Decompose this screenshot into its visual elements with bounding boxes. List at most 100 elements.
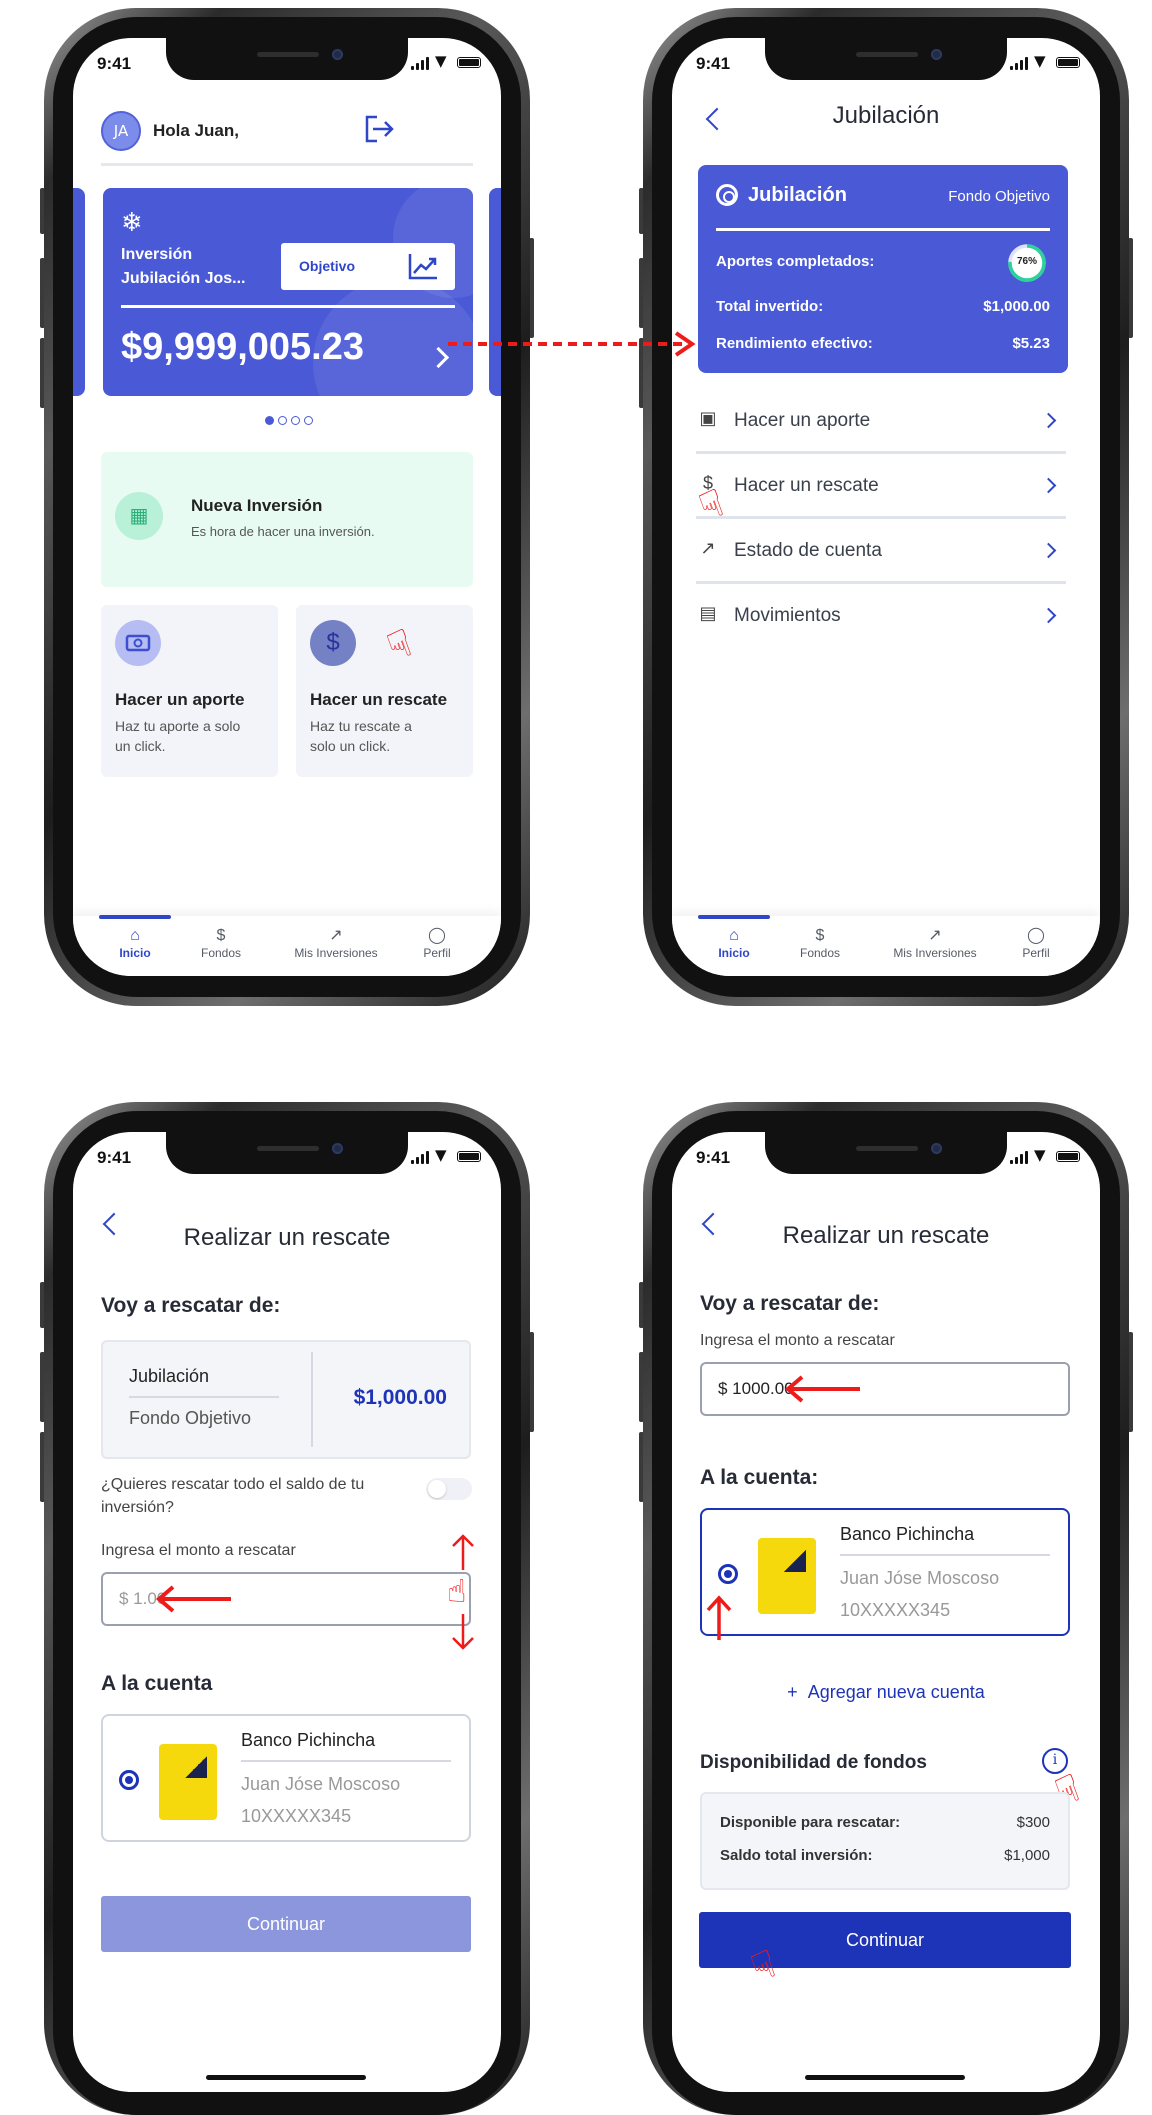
tab-fondos[interactable]: $ Fondos (772, 926, 868, 960)
wifi-icon: ▼ (1034, 52, 1046, 70)
chart-icon: ↗ (329, 927, 343, 944)
battery-icon (457, 57, 481, 68)
chevron-right-icon (1040, 412, 1057, 429)
wifi-icon: ▼ (1034, 1146, 1046, 1164)
chart-icon: ↗ (928, 927, 942, 944)
rescue-filled-screen: 9:41 ▼ Realizar un rescate Voy a rescata… (672, 1132, 1100, 2092)
menu-hacer-rescate[interactable]: $ Hacer un rescate ☟ (693, 453, 1066, 530)
phone-mockup-home: 9:41 ▼ JA Hola Juan, ❄ Inversión Jubilac… (40, 8, 534, 1006)
bank-name: Banco Pichincha (840, 1524, 975, 1544)
continue-button[interactable]: Continuar (101, 1896, 471, 1952)
account-radio[interactable] (119, 1770, 139, 1790)
status-time: 9:41 (696, 54, 731, 73)
status-icons: ▼ (1010, 52, 1080, 70)
rescue-all-question-line1: ¿Quieres rescatar todo el saldo de tu (101, 1476, 365, 1493)
tab-fondos[interactable]: $ Fondos (173, 926, 269, 960)
menu-hacer-aporte[interactable]: ▣ Hacer un aporte (696, 388, 1066, 454)
section-from-title: Voy a rescatar de: (101, 1294, 281, 1317)
bank-account-card[interactable]: Banco Pichincha Juan Jóse Moscoso 10XXXX… (101, 1714, 471, 1842)
home-icon: ⌂ (130, 927, 140, 944)
tile-rescate-desc2: solo un click. (310, 738, 391, 754)
total-balance-label: Saldo total inversión: (720, 1847, 873, 1864)
continue-button-label: Continuar (845, 1930, 925, 1950)
card-name-line2: Jubilación Jos... (121, 270, 246, 287)
account-number: 10XXXXX345 (840, 1600, 951, 1620)
tab-inicio[interactable]: ⌂ Inicio (87, 926, 183, 960)
rescue-all-question-line2: inversión? (101, 1499, 174, 1516)
tile-aporte-desc2: un click. (115, 738, 166, 754)
phone-mockup-rescue-filled: 9:41 ▼ Realizar un rescate Voy a rescata… (639, 1102, 1133, 2115)
brand-logo-icon: ❄ (121, 208, 143, 238)
status-time: 9:41 (696, 1148, 731, 1167)
tile-hacer-rescate[interactable]: $ Hacer un rescate Haz tu rescate a solo… (296, 605, 473, 777)
status-icons: ▼ (1010, 1146, 1080, 1164)
objective-pill[interactable]: Objetivo (281, 243, 455, 290)
carousel-dots[interactable] (265, 416, 315, 426)
menu-estado-cuenta[interactable]: ↗ Estado de cuenta (696, 518, 1066, 584)
amount-label: Ingresa el monto a rescatar (101, 1542, 296, 1559)
rescue-form-screen: 9:41 ▼ Realizar un rescate Voy a rescata… (73, 1132, 501, 2092)
bank-name: Banco Pichincha (241, 1730, 376, 1750)
tile-hacer-aporte[interactable]: Hacer un aporte Haz tu aporte a solo un … (101, 605, 278, 777)
add-account-link[interactable]: + Agregar nueva cuenta (672, 1682, 1100, 1703)
avatar-initials: JA (113, 122, 129, 140)
total-invertido-label: Total invertido: (716, 298, 824, 315)
tab-mis-inversiones[interactable]: ↗ Mis Inversiones (880, 926, 990, 960)
header-title: Realizar un rescate (183, 1224, 391, 1251)
account-holder: Juan Jóse Moscoso (840, 1568, 1000, 1588)
home-screen: 9:41 ▼ JA Hola Juan, ❄ Inversión Jubilac… (73, 38, 501, 976)
aportes-label: Aportes completados: (716, 253, 875, 270)
bank-account-card-selected[interactable]: Banco Pichincha Juan Jóse Moscoso 10XXXX… (700, 1508, 1070, 1636)
bank-logo-icon (758, 1538, 816, 1614)
tab-mis-inversiones[interactable]: ↗ Mis Inversiones (281, 926, 391, 960)
availability-card: Disponible para rescatar: $300 Saldo tot… (700, 1792, 1070, 1890)
battery-icon (457, 1151, 481, 1162)
tab-inicio[interactable]: ⌂ Inicio (686, 926, 782, 960)
tile-aporte-title: Hacer un aporte (115, 690, 245, 709)
user-icon: ◯ (428, 927, 446, 944)
tab-perfil[interactable]: ◯ Perfil (389, 926, 485, 960)
account-holder: Juan Jóse Moscoso (241, 1774, 401, 1794)
add-account-label: Agregar nueva cuenta (807, 1682, 985, 1702)
fund-source-amount: $1,000.00 (353, 1386, 447, 1409)
aportes-progress-text: 76% (1016, 256, 1037, 267)
status-time: 9:41 (97, 1148, 132, 1167)
amount-label: Ingresa el monto a rescatar (700, 1332, 895, 1349)
avatar[interactable]: JA (101, 111, 141, 151)
menu-movimientos[interactable]: ▤ Movimientos (696, 583, 1066, 646)
header-title: Realizar un rescate (782, 1222, 990, 1249)
header-title: Jubilación (832, 102, 940, 129)
available-value: $300 (1016, 1814, 1050, 1831)
promo-title: Nueva Inversión (191, 496, 323, 515)
fund-source-type: Fondo Objetivo (129, 1408, 252, 1428)
card-amount: $9,999,005.23 (121, 326, 365, 368)
availability-title: Disponibilidad de fondos (700, 1752, 927, 1773)
bank-logo-icon (159, 1744, 217, 1820)
growth-chart-icon: ▦ (115, 492, 163, 540)
continue-button-label: Continuar (246, 1914, 326, 1934)
prev-card-peek[interactable] (73, 188, 85, 396)
rescue-all-toggle[interactable] (426, 1478, 472, 1500)
next-card-peek[interactable] (489, 188, 501, 396)
account-radio-selected[interactable] (718, 1564, 738, 1584)
investment-card[interactable]: ❄ Inversión Jubilación Jos... Objetivo $… (103, 188, 473, 396)
chevron-right-icon (1040, 477, 1057, 494)
dollar-icon: $ (310, 620, 356, 666)
chevron-right-icon (1040, 542, 1057, 559)
available-label: Disponible para rescatar: (720, 1814, 901, 1831)
fund-card-type: Fondo Objetivo (948, 188, 1050, 205)
fund-card-title: Jubilación (748, 184, 847, 206)
tile-aporte-desc1: Haz tu aporte a solo (115, 718, 241, 734)
aportes-progress-ring: 76% (1006, 242, 1048, 284)
logout-icon[interactable] (363, 114, 394, 143)
tab-perfil[interactable]: ◯ Perfil (988, 926, 1084, 960)
fund-source-card: Jubilación Fondo Objetivo $1,000.00 (101, 1340, 471, 1459)
new-investment-banner[interactable]: ▦ Nueva Inversión Es hora de hacer una i… (101, 452, 473, 587)
tile-rescate-title: Hacer un rescate (310, 690, 448, 709)
trend-chart-icon (407, 251, 439, 285)
phone-mockup-rescue-form: 9:41 ▼ Realizar un rescate Voy a rescata… (40, 1102, 534, 2115)
amount-input[interactable]: $ 1000.00 (700, 1362, 1070, 1416)
amount-input-value: $ 1000.00 (718, 1379, 794, 1398)
fund-source-name: Jubilación (129, 1366, 210, 1386)
status-icons: ▼ (411, 1146, 481, 1164)
